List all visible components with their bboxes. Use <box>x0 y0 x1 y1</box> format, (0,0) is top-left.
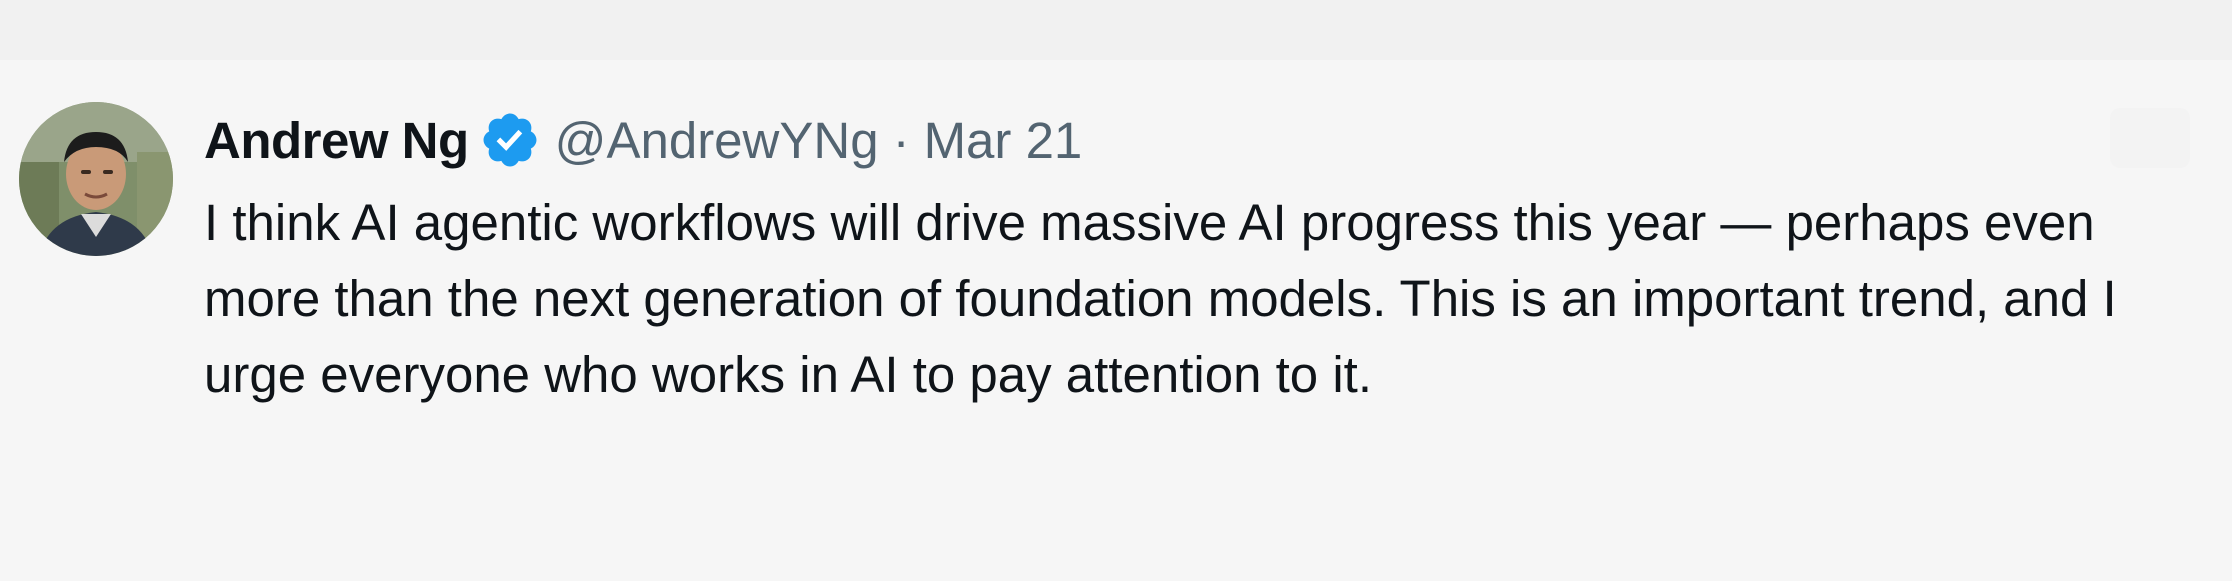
author-handle[interactable]: @AndrewYNg <box>555 111 879 170</box>
more-options-area[interactable] <box>2110 108 2190 168</box>
tweet-text: I think AI agentic workflows will drive … <box>204 194 2117 403</box>
avatar-image <box>19 102 173 256</box>
header-separator: · <box>892 111 910 169</box>
tweet-date[interactable]: Mar 21 <box>924 111 1083 170</box>
top-divider-band <box>0 0 2232 60</box>
tweet-card[interactable]: Andrew Ng @AndrewYNg · Mar 21 I think AI… <box>0 60 2232 581</box>
tweet-header: Andrew Ng @AndrewYNg · Mar 21 <box>204 105 1082 175</box>
author-display-name[interactable]: Andrew Ng <box>204 111 469 170</box>
verified-badge-icon[interactable] <box>479 109 541 171</box>
avatar[interactable] <box>19 102 173 256</box>
